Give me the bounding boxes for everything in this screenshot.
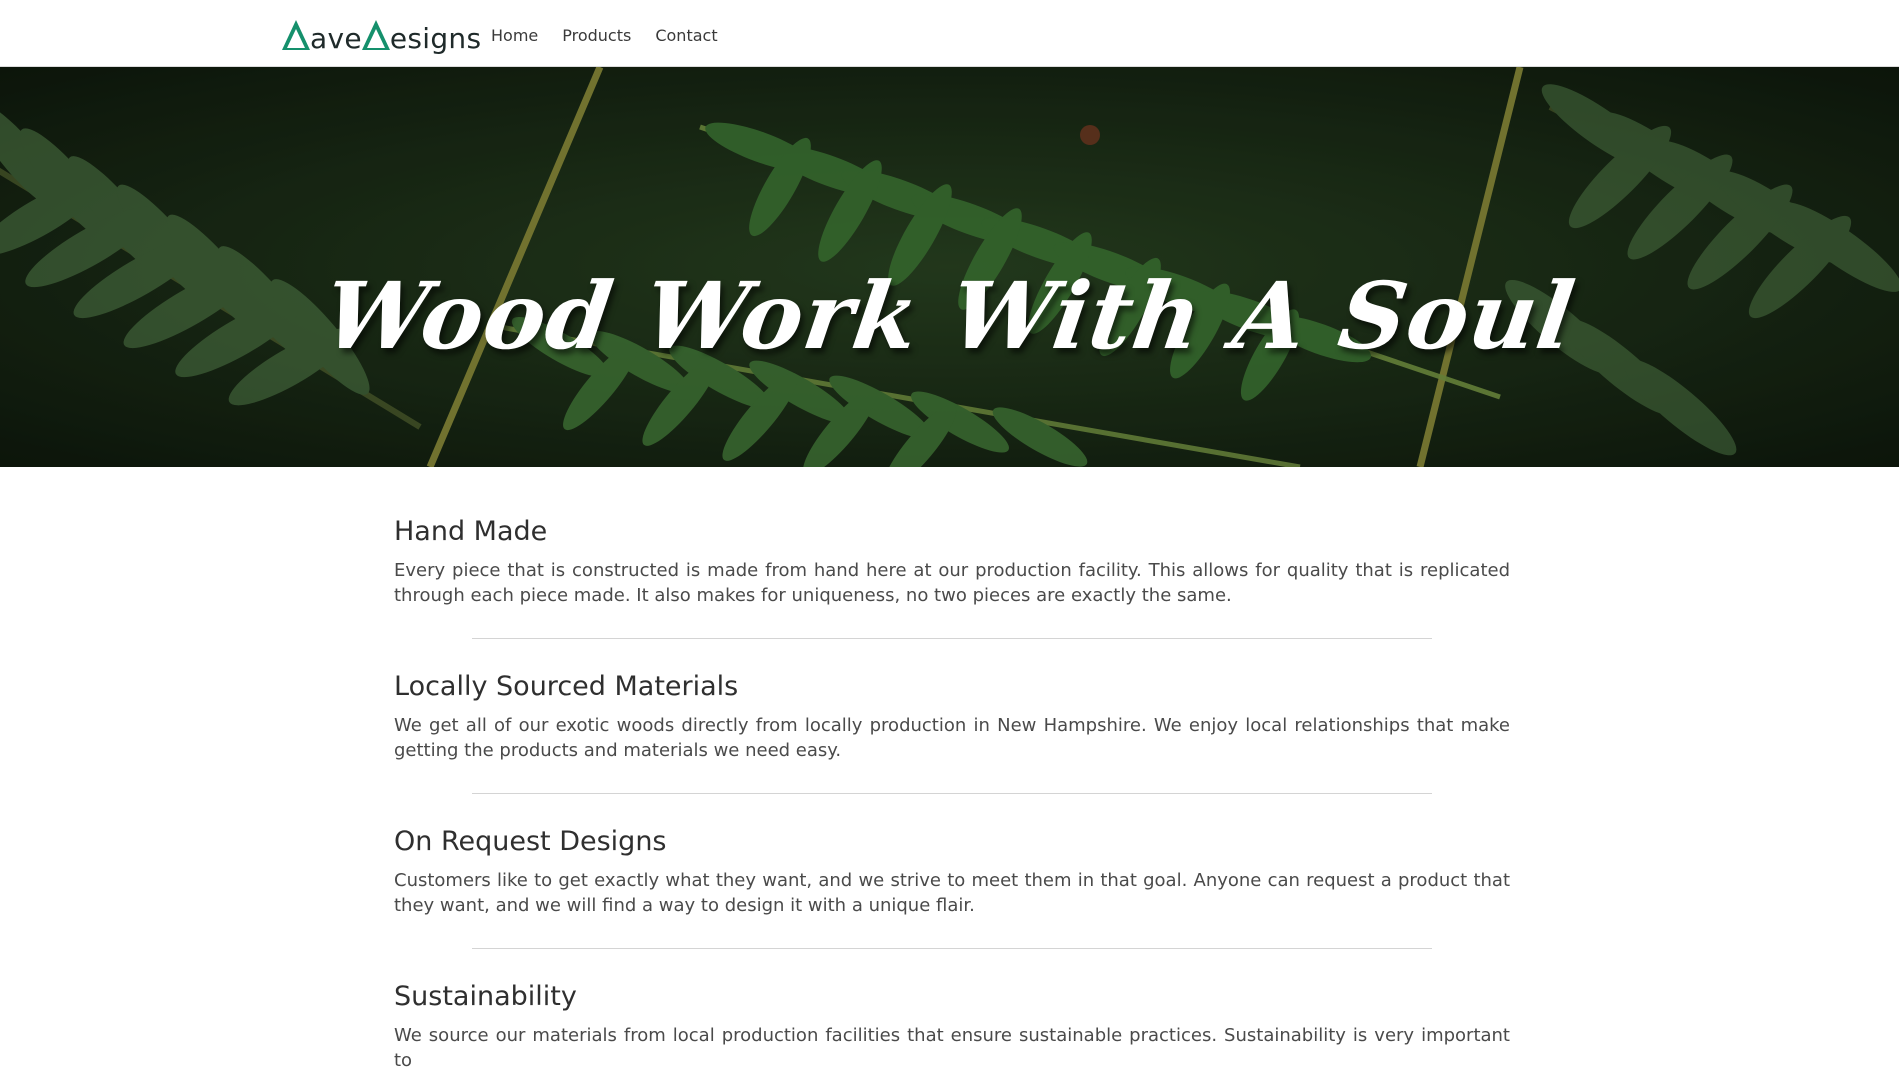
section-body: Every piece that is constructed is made … bbox=[394, 560, 1510, 606]
section-heading: Hand Made bbox=[394, 516, 548, 547]
brand-logo[interactable]: ave esigns bbox=[282, 12, 481, 54]
delta-logo-icon bbox=[282, 20, 310, 50]
section-divider bbox=[472, 793, 1432, 794]
brand-text-2: esigns bbox=[389, 22, 482, 55]
hero-title: Wood Work With A Soul bbox=[317, 261, 1582, 370]
navbar: ave esigns Home Products Contact bbox=[0, 0, 1899, 67]
main-nav: Home Products Contact bbox=[491, 24, 718, 48]
nav-link-home[interactable]: Home bbox=[491, 24, 538, 48]
section-divider bbox=[472, 638, 1432, 639]
section-heading: On Request Designs bbox=[394, 826, 667, 857]
brand-text-1: ave bbox=[310, 22, 362, 55]
nav-link-contact[interactable]: Contact bbox=[655, 24, 717, 48]
section-body: Customers like to get exactly what they … bbox=[394, 870, 1510, 916]
feature-section-hand-made: Hand Made Every piece that is constructe… bbox=[394, 515, 1510, 608]
section-body: We get all of our exotic woods directly … bbox=[394, 715, 1510, 761]
hero-banner: Wood Work With A Soul bbox=[0, 67, 1899, 467]
feature-section-sustainability: Sustainability We source our materials f… bbox=[394, 980, 1510, 1073]
delta-logo-icon bbox=[361, 20, 390, 50]
section-heading: Locally Sourced Materials bbox=[394, 671, 739, 702]
feature-section-on-request: On Request Designs Customers like to get… bbox=[394, 825, 1510, 918]
section-body: We source our materials from local produ… bbox=[394, 1025, 1510, 1071]
nav-link-products[interactable]: Products bbox=[562, 24, 631, 48]
section-divider bbox=[472, 948, 1432, 949]
main-content: Hand Made Every piece that is constructe… bbox=[394, 515, 1510, 1073]
section-heading: Sustainability bbox=[394, 981, 577, 1012]
feature-section-locally-sourced: Locally Sourced Materials We get all of … bbox=[394, 670, 1510, 763]
